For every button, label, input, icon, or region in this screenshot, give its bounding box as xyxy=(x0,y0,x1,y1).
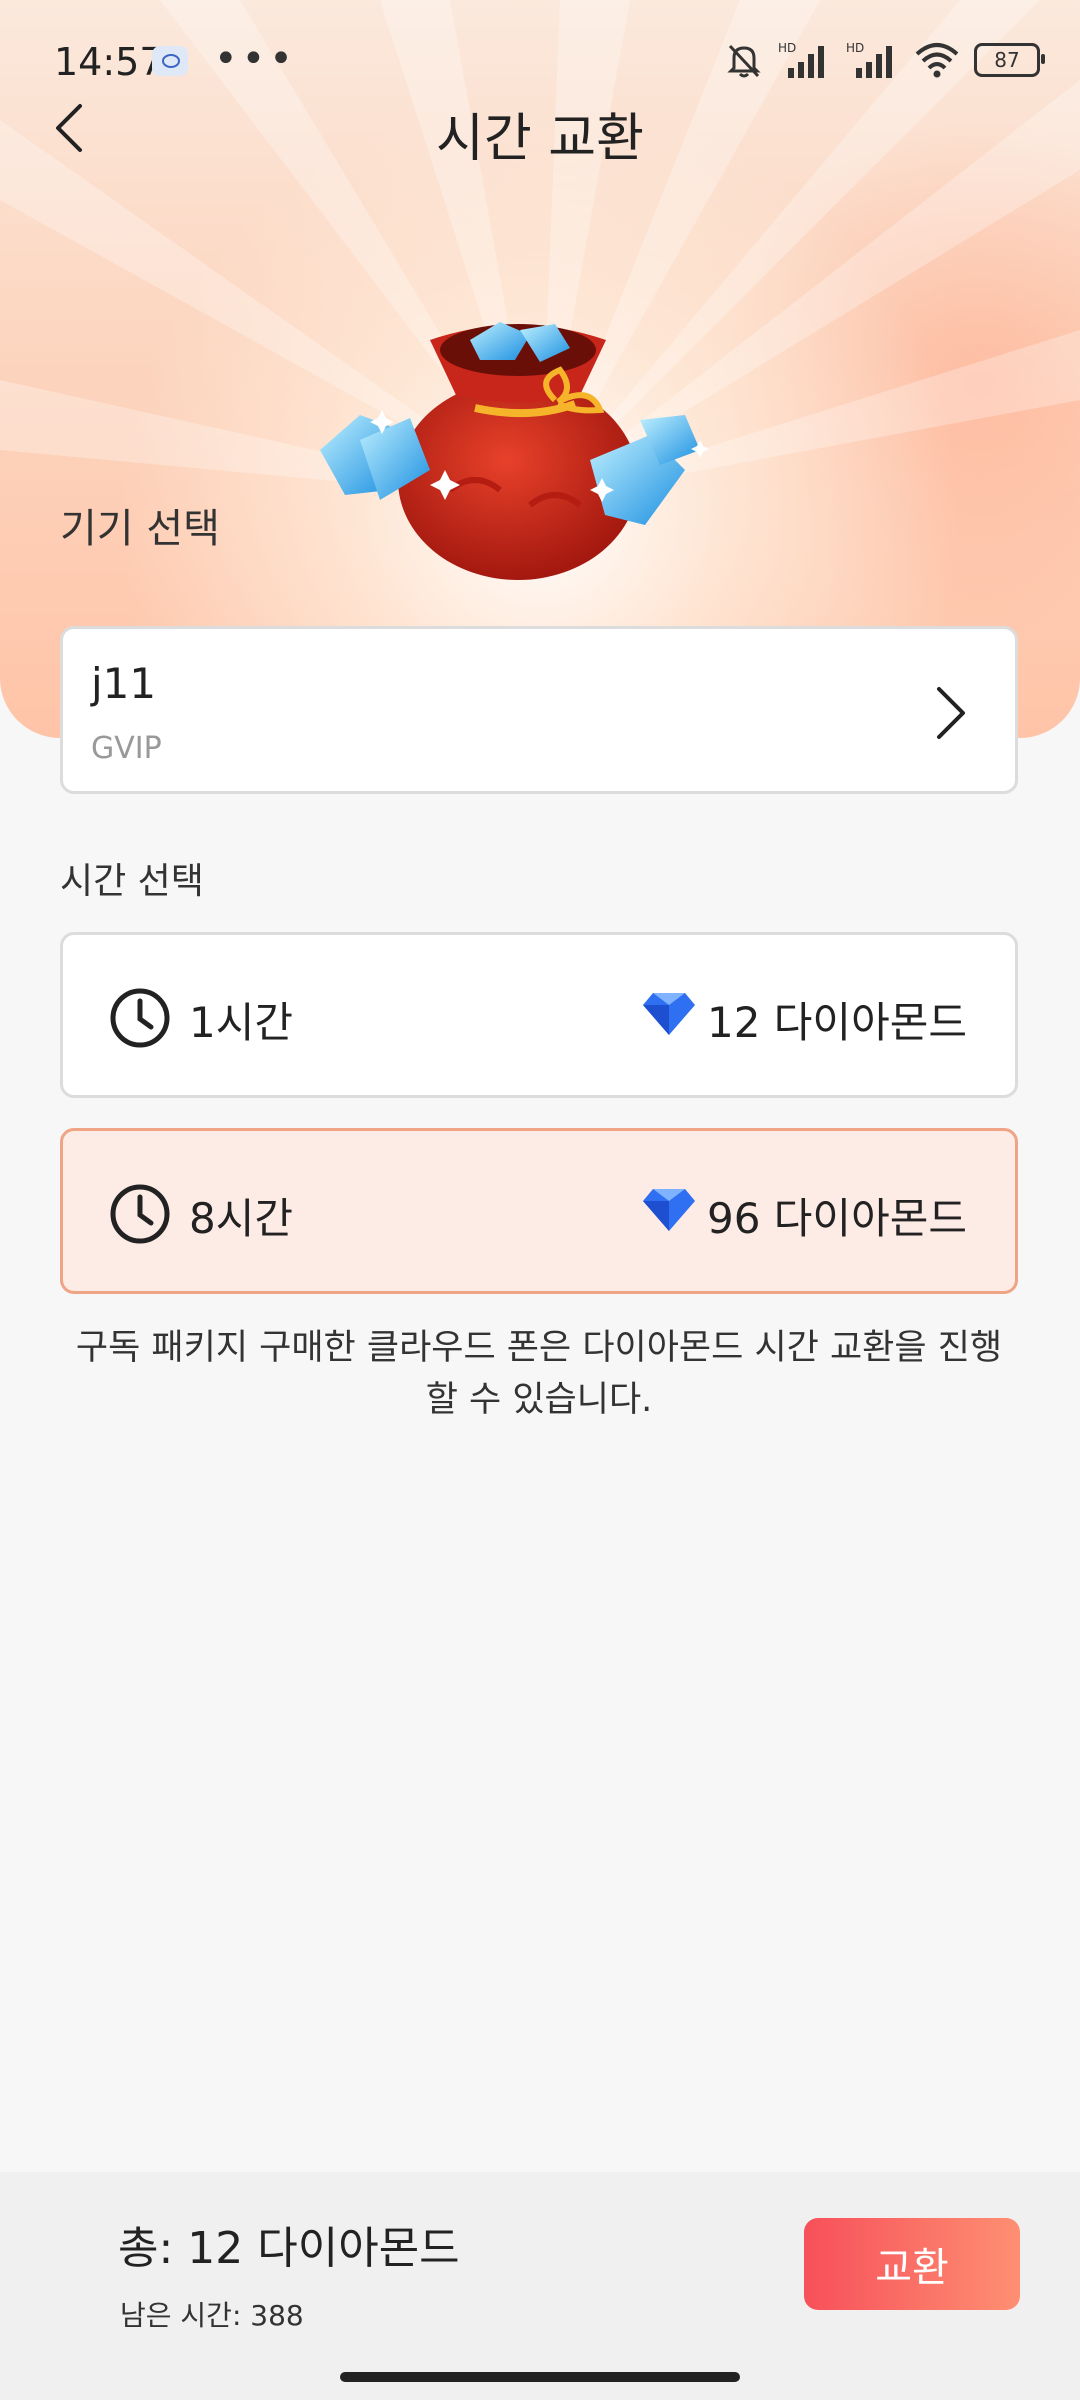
status-time: 14:57 xyxy=(54,40,164,84)
time-option-1h[interactable]: 1시간 12 다이아몬드 xyxy=(60,932,1018,1098)
time-option-duration: 8시간 xyxy=(189,1194,294,1243)
bottom-bar: 총: 12 다이아몬드 남은 시간: 388 교환 xyxy=(0,2172,1080,2400)
diamond-icon xyxy=(643,992,695,1035)
device-name: j11 xyxy=(91,659,157,708)
device-selector[interactable]: j11 GVIP xyxy=(60,626,1018,794)
notice-text: 구독 패키지 구매한 클라우드 폰은 다이아몬드 시간 교환을 진행할 수 있습… xyxy=(75,1328,1003,1420)
diamond-icon xyxy=(643,1188,695,1231)
battery-level: 87 xyxy=(994,48,1020,72)
chevron-right-icon xyxy=(937,687,965,739)
clock-icon xyxy=(110,988,170,1048)
time-option-price: 12 다이아몬드 xyxy=(707,998,967,1047)
time-option-price: 96 다이아몬드 xyxy=(707,1194,967,1243)
status-icons: HD HD 87 xyxy=(724,38,1045,82)
diamond-bag-icon xyxy=(320,322,709,580)
mute-bell-icon xyxy=(727,44,761,78)
more-notifications-icon: ••• xyxy=(214,36,297,82)
time-option-8h[interactable]: 8시간 96 다이아몬드 xyxy=(60,1128,1018,1294)
svg-text:HD: HD xyxy=(846,41,864,55)
exchange-button[interactable]: 교환 xyxy=(804,2218,1020,2310)
home-indicator[interactable] xyxy=(340,2372,740,2382)
svg-text:HD: HD xyxy=(778,41,796,55)
wifi-icon xyxy=(915,43,959,78)
time-option-price-wrap: 12 다이아몬드 xyxy=(643,989,967,1050)
signal-hd-1-icon: HD xyxy=(778,41,824,78)
total-cost: 총: 12 다이아몬드 xyxy=(118,2223,460,2274)
time-option-price-wrap: 96 다이아몬드 xyxy=(643,1185,967,1246)
page-title: 시간 교환 xyxy=(436,109,644,169)
time-option-duration: 1시간 xyxy=(189,998,294,1047)
device-tier: GVIP xyxy=(91,731,162,766)
message-notification-icon xyxy=(152,46,188,76)
device-section-label: 기기 선택 xyxy=(60,506,220,552)
time-section-label: 시간 선택 xyxy=(60,861,204,902)
clock-icon xyxy=(110,1184,170,1244)
signal-hd-2-icon: HD xyxy=(846,41,892,78)
battery-icon: 87 xyxy=(974,43,1045,77)
remaining-time: 남은 시간: 388 xyxy=(120,2299,304,2332)
